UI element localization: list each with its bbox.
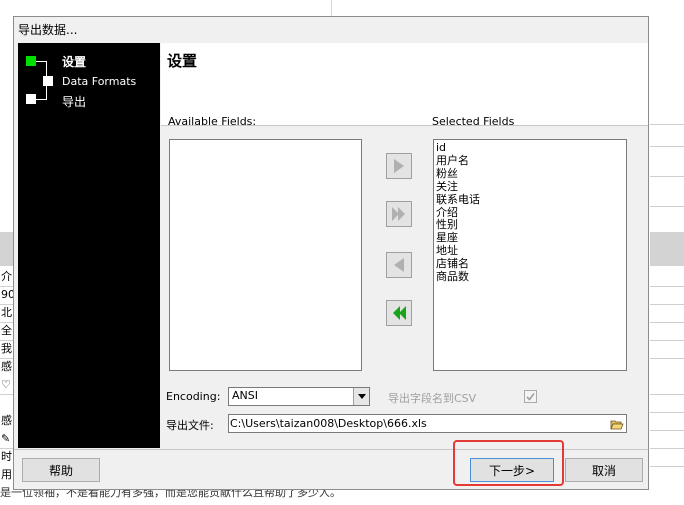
page-title: 设置 [167, 52, 198, 70]
export-file-input[interactable]: C:\Users\taizan008\Desktop\666.xls [228, 414, 627, 433]
selected-fields-items: id 用户名 粉丝 关注 联系电话 介绍 性别 星座 地址 店铺名 商品数 [436, 141, 480, 284]
nav-step-data-formats[interactable]: Data Formats [62, 75, 136, 88]
double-arrow-right-icon [392, 207, 405, 221]
step-indicator-data-formats [43, 76, 53, 86]
background-row-line [650, 206, 684, 207]
chevron-down-icon[interactable] [353, 388, 369, 405]
step-indicator-export [26, 94, 36, 104]
background-row-line [650, 448, 684, 449]
background-row-line [650, 466, 684, 467]
background-row-line [650, 430, 684, 431]
background-divider [331, 0, 332, 16]
background-row-line [650, 340, 684, 341]
export-field-names-checkbox[interactable] [524, 390, 537, 403]
add-all-fields-button[interactable] [386, 201, 412, 227]
remove-field-button[interactable] [386, 252, 412, 278]
selected-fields-label: Selected Fields [432, 115, 515, 128]
export-field-names-label: 导出字段名到CSV [388, 392, 477, 405]
step-indicator-settings [26, 56, 36, 66]
export-file-label: 导出文件: [166, 419, 214, 432]
cancel-button[interactable]: 取消 [565, 458, 643, 482]
list-item[interactable]: 用户名 [436, 154, 480, 168]
nav-connector [35, 99, 47, 100]
background-row-line [650, 304, 684, 305]
background-row-line [650, 146, 684, 147]
encoding-select[interactable]: ANSI [228, 387, 370, 406]
check-icon [526, 393, 535, 401]
background-row-line [650, 176, 684, 177]
page-header: 设置 [161, 43, 648, 126]
arrow-left-icon [394, 258, 404, 272]
nav-step-settings[interactable]: 设置 [62, 53, 86, 70]
export-file-path: C:\Users\taizan008\Desktop\666.xls [230, 417, 427, 430]
browse-button[interactable] [608, 416, 625, 431]
help-button[interactable]: 帮助 [22, 458, 100, 482]
background-row-line [650, 322, 684, 323]
add-field-button[interactable] [386, 153, 412, 179]
arrow-right-icon [394, 159, 404, 173]
encoding-value: ANSI [232, 389, 258, 402]
available-fields-list[interactable] [169, 139, 362, 371]
available-fields-label: Available Fields: [168, 115, 257, 128]
dialog-title: 导出数据... [18, 23, 78, 37]
highlight-annotation [453, 440, 564, 486]
background-row-line [650, 124, 684, 125]
list-item[interactable]: 商品数 [436, 270, 480, 284]
background-right-header [650, 232, 684, 266]
list-item[interactable]: 关注 [436, 180, 480, 194]
list-item[interactable]: id [436, 141, 480, 155]
export-dialog: 导出数据... 设置 Data Formats 导出 设置 Available … [13, 16, 649, 490]
background-row-line [650, 394, 684, 395]
folder-open-icon [609, 420, 624, 429]
double-arrow-left-icon [393, 306, 406, 320]
wizard-nav: 设置 Data Formats 导出 [18, 43, 160, 448]
selected-fields-list[interactable]: id 用户名 粉丝 关注 联系电话 介绍 性别 星座 地址 店铺名 商品数 [433, 139, 627, 371]
background-row-line [650, 286, 684, 287]
list-item[interactable]: 联系电话 [436, 193, 480, 207]
nav-step-export[interactable]: 导出 [62, 93, 86, 110]
remove-all-fields-button[interactable] [386, 300, 412, 326]
background-row-line [650, 358, 684, 359]
list-item[interactable]: 粉丝 [436, 167, 480, 181]
background-row-line [650, 412, 684, 413]
encoding-label: Encoding: [166, 390, 221, 403]
